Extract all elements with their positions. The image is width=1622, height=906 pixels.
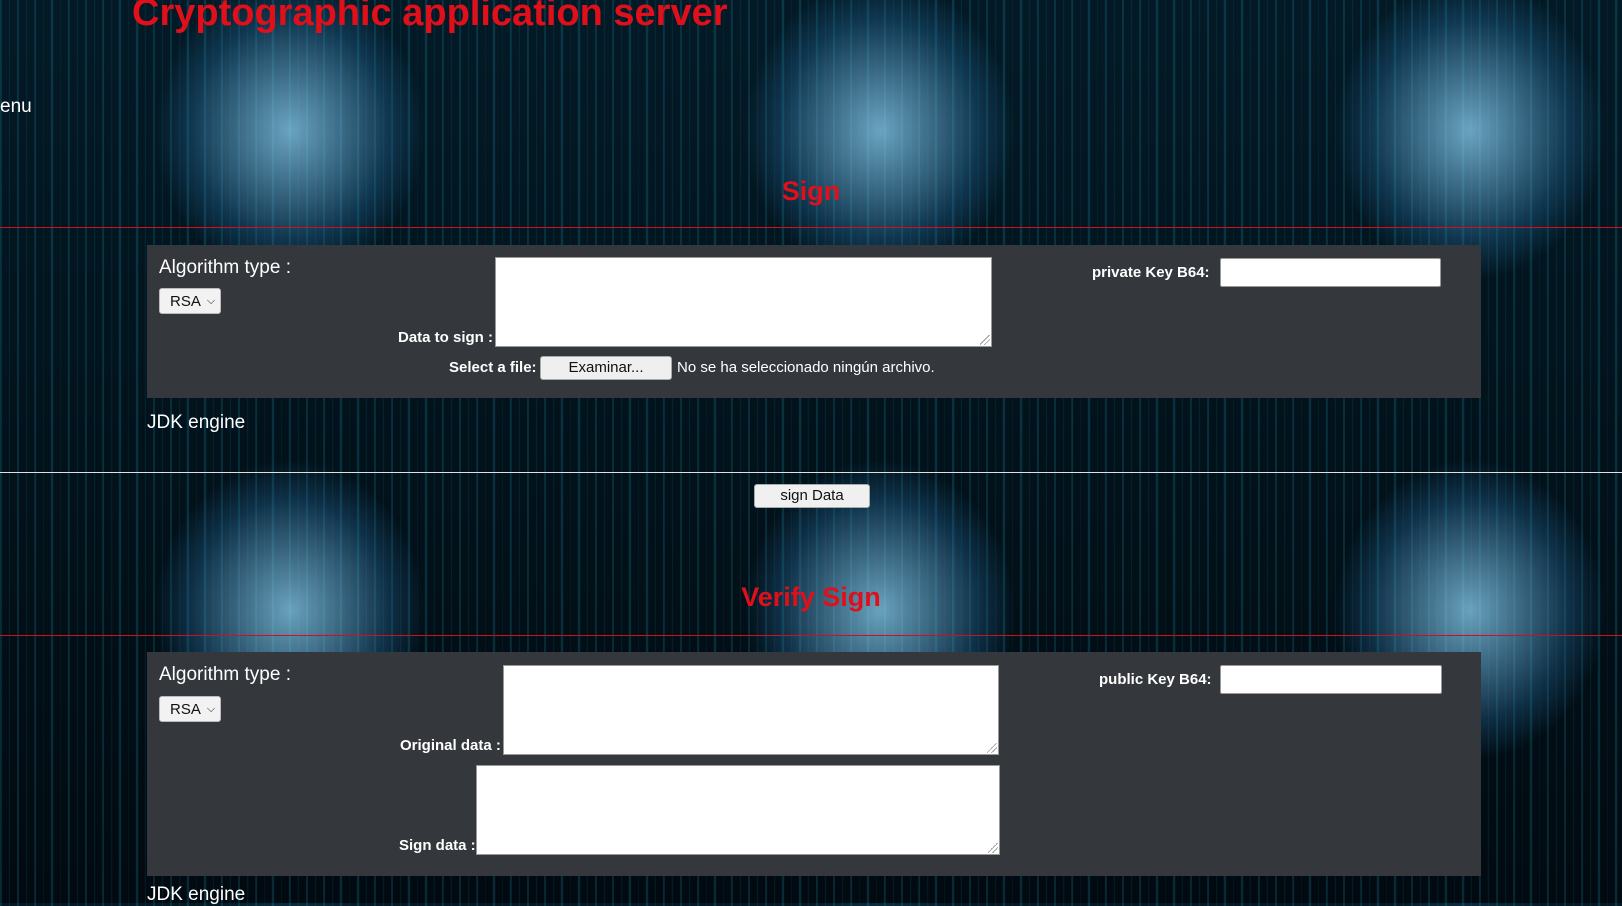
resize-grip-icon[interactable] bbox=[980, 335, 990, 345]
sign-algorithm-value: RSA bbox=[170, 292, 201, 310]
public-key-label: public Key B64: bbox=[1099, 671, 1212, 688]
private-key-label: private Key B64: bbox=[1092, 264, 1210, 281]
verify-algorithm-select[interactable]: RSA ⌵ bbox=[159, 696, 221, 722]
sign-algorithm-select[interactable]: RSA ⌵ bbox=[159, 288, 221, 314]
sign-data-textarea[interactable] bbox=[495, 257, 992, 347]
verify-panel: Algorithm type : RSA ⌵ Original data : p… bbox=[147, 652, 1481, 876]
verify-section-title: Verify Sign bbox=[741, 582, 881, 612]
sign-data-button[interactable]: sign Data bbox=[754, 484, 870, 508]
browse-file-button[interactable]: Examinar... bbox=[540, 356, 672, 380]
sign-algorithm-label: Algorithm type : bbox=[159, 257, 291, 278]
sign-engine-label: JDK engine bbox=[147, 412, 246, 433]
sign-data-label: Data to sign : bbox=[398, 329, 494, 346]
verify-algorithm-value: RSA bbox=[170, 700, 201, 718]
private-key-input[interactable] bbox=[1220, 258, 1441, 287]
menu-label[interactable]: enu bbox=[0, 96, 32, 118]
verify-divider bbox=[0, 635, 1622, 636]
verify-algorithm-label: Algorithm type : bbox=[159, 664, 291, 685]
file-select-label: Select a file: bbox=[449, 359, 537, 376]
file-status-text: No se ha seleccionado ningún archivo. bbox=[677, 359, 935, 376]
original-data-textarea[interactable] bbox=[503, 665, 999, 755]
public-key-input[interactable] bbox=[1220, 665, 1442, 694]
page-title: Cryptographic application server bbox=[132, 0, 728, 34]
sign-panel: Algorithm type : RSA ⌵ Data to sign : pr… bbox=[147, 245, 1481, 398]
section-separator bbox=[0, 472, 1622, 473]
sign-section-title: Sign bbox=[781, 176, 841, 206]
sign-divider bbox=[0, 227, 1622, 228]
sign-data-input-label: Sign data : bbox=[399, 837, 476, 854]
sign-data-input-textarea[interactable] bbox=[476, 765, 1000, 855]
resize-grip-icon[interactable] bbox=[988, 843, 998, 853]
chevron-down-icon: ⌵ bbox=[206, 702, 216, 715]
resize-grip-icon[interactable] bbox=[987, 743, 997, 753]
original-data-label: Original data : bbox=[400, 737, 501, 754]
chevron-down-icon: ⌵ bbox=[206, 294, 216, 307]
